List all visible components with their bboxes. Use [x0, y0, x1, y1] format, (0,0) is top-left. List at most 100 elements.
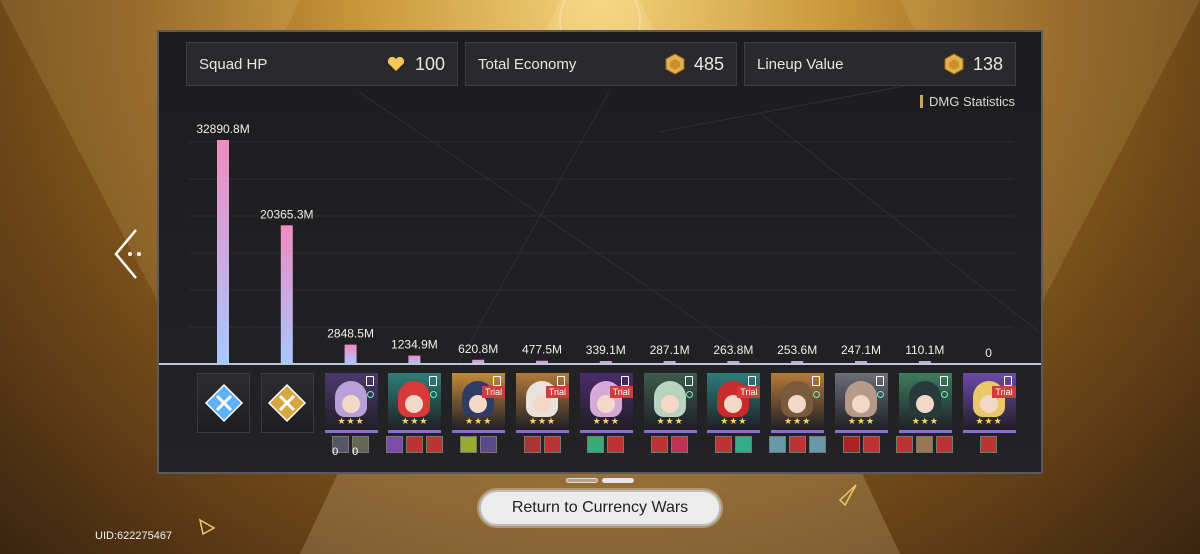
relic-icon[interactable]	[768, 436, 786, 453]
relic-count: 0	[332, 446, 339, 458]
relic-icon[interactable]	[523, 436, 541, 453]
relic-icon[interactable]	[808, 436, 826, 453]
relic-icon[interactable]	[862, 436, 880, 453]
character-portrait[interactable]: ★★★	[324, 373, 378, 433]
character-face	[660, 395, 679, 413]
trial-badge: Trial	[482, 386, 506, 398]
character-portrait[interactable]: Trial ★★★	[516, 373, 569, 433]
dmg-value-label: 2848.5M	[327, 327, 374, 341]
relic-row	[842, 436, 880, 453]
dmg-value-label: 32890.8M	[196, 122, 249, 136]
relic-row	[523, 436, 561, 453]
total-economy-label: Total Economy	[478, 55, 577, 73]
element-path-tile[interactable]	[260, 373, 314, 433]
relic-row	[980, 436, 998, 453]
character-face	[341, 395, 360, 413]
return-to-currency-wars-button[interactable]: Return to Currency Wars	[479, 490, 721, 526]
coin-icon	[943, 53, 965, 75]
lock-icon	[812, 376, 821, 386]
star-rating: ★★★	[401, 416, 429, 426]
character-face	[852, 395, 870, 413]
squad-hp-value: 100	[414, 53, 445, 74]
dmg-value-label: 20365.3M	[260, 207, 313, 221]
dmg-value-label: 253.6M	[777, 343, 817, 357]
relic-icon[interactable]	[479, 436, 497, 453]
squad-hp-label: Squad HP	[199, 55, 268, 73]
relic-icon[interactable]	[936, 436, 954, 453]
star-rating: ★★★	[784, 416, 812, 426]
character-portrait[interactable]: Trial ★★★	[962, 373, 1016, 433]
dmg-value-label: 263.8M	[713, 343, 753, 357]
relic-icon[interactable]	[587, 436, 605, 453]
character-face	[405, 395, 424, 413]
relic-icon[interactable]	[651, 436, 669, 453]
dmg-value-label: 620.8M	[458, 342, 498, 356]
status-ring-icon	[366, 391, 374, 398]
character-portrait[interactable]: Trial ★★★	[452, 373, 506, 433]
character-art	[845, 381, 877, 417]
character-portrait[interactable]: ★★★	[771, 373, 825, 433]
dmg-value-label: 0	[985, 346, 992, 360]
lock-icon	[365, 376, 374, 386]
star-rating: ★★★	[720, 416, 748, 426]
relic-icon[interactable]	[916, 436, 934, 453]
character-portrait[interactable]: Trial ★★★	[579, 373, 633, 433]
relic-icon[interactable]	[425, 436, 443, 453]
relic-icon[interactable]	[788, 436, 806, 453]
relic-icon[interactable]	[980, 436, 998, 453]
dmg-bar	[344, 344, 357, 364]
dmg-value-label: 339.1M	[586, 343, 626, 357]
dmg-value-label: 1234.9M	[391, 338, 438, 352]
relic-icon[interactable]	[543, 436, 561, 453]
lineup-value-label: Lineup Value	[757, 55, 844, 73]
dmg-value-label: 287.1M	[650, 343, 690, 357]
relic-icon[interactable]: 0	[332, 436, 350, 458]
relic-icon[interactable]	[896, 436, 914, 453]
lock-icon	[939, 376, 948, 386]
element-path-tile[interactable]	[197, 373, 250, 433]
relic-icon[interactable]	[842, 436, 860, 453]
star-rating: ★★★	[656, 416, 684, 426]
relic-icon[interactable]	[405, 436, 423, 453]
relic-row	[459, 436, 497, 453]
relic-icon[interactable]	[459, 436, 477, 453]
lock-icon	[1003, 376, 1012, 386]
status-ring-icon	[940, 391, 948, 398]
character-portrait[interactable]: ★★★	[898, 373, 952, 433]
character-art	[334, 381, 367, 417]
relic-count: 0	[352, 446, 359, 458]
relic-row	[651, 436, 689, 453]
page-indicator	[566, 478, 634, 483]
lineup-value-box: Lineup Value 138	[744, 42, 1016, 86]
character-portrait[interactable]: ★★★	[643, 373, 697, 433]
page-dot-active[interactable]	[602, 478, 634, 483]
lock-icon	[620, 376, 629, 386]
coin-icon	[664, 53, 686, 75]
status-ring-icon	[685, 391, 693, 398]
character-portrait[interactable]: Trial ★★★	[707, 373, 761, 433]
character-portrait[interactable]: ★★★	[388, 373, 442, 433]
chart-baseline	[159, 363, 1041, 365]
squad-hp-box: Squad HP 100	[186, 42, 458, 86]
dmg-statistics-label: DMG Statistics	[929, 94, 1015, 109]
relic-icon[interactable]	[671, 436, 689, 453]
dmg-value-label: 247.1M	[841, 343, 881, 357]
page-dot[interactable]	[566, 478, 598, 483]
character-portrait[interactable]: ★★★	[835, 373, 888, 433]
star-rating: ★★★	[911, 416, 939, 426]
lock-icon	[876, 376, 884, 386]
dmg-value-label: 477.5M	[522, 343, 562, 357]
relic-row: 00	[332, 436, 370, 458]
relic-icon[interactable]	[385, 436, 403, 453]
relic-icon[interactable]	[734, 436, 752, 453]
physical-element-icon	[268, 383, 307, 423]
relic-icon[interactable]	[714, 436, 732, 453]
trial-badge: Trial	[609, 386, 633, 398]
relic-icon[interactable]: 0	[352, 436, 370, 458]
back-arrow-icon[interactable]	[110, 226, 150, 282]
star-rating: ★★★	[592, 416, 620, 426]
lock-icon	[493, 376, 502, 386]
relic-icon[interactable]	[607, 436, 625, 453]
dmg-bar	[280, 225, 293, 364]
lineup-value-value: 138	[972, 53, 1003, 74]
